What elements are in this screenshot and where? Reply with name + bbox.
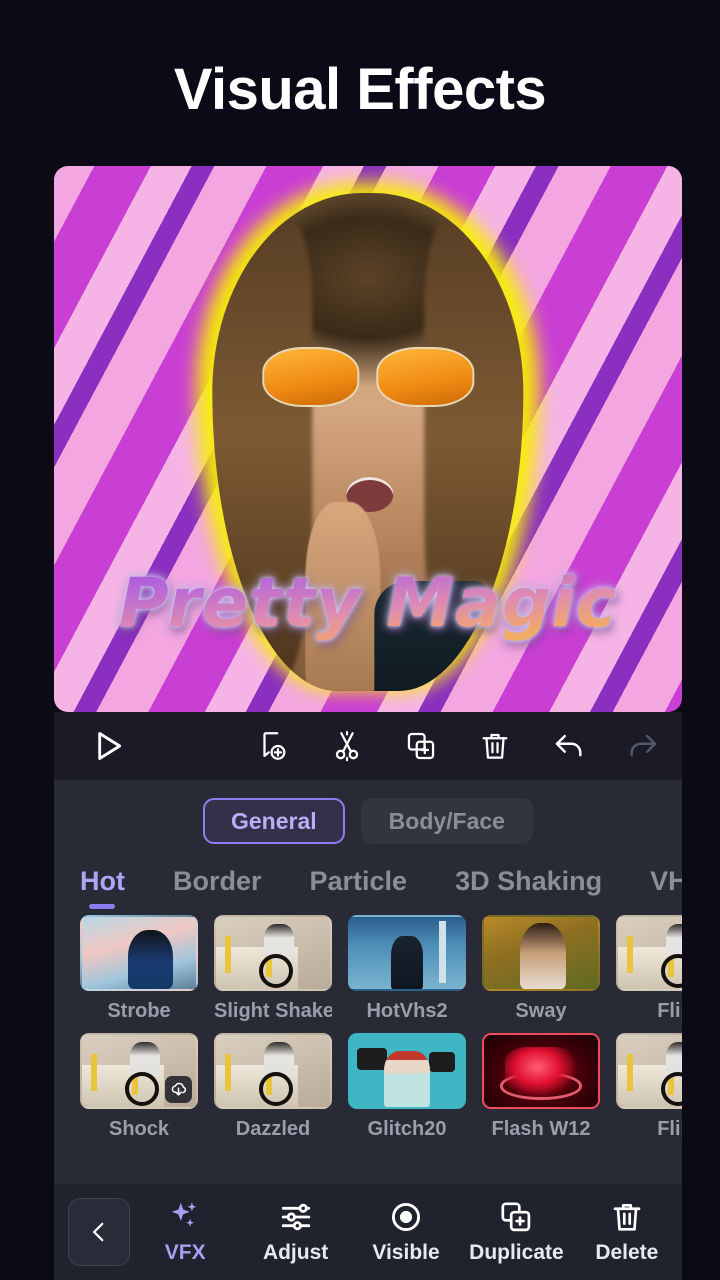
page-title: Visual Effects bbox=[173, 57, 547, 122]
tab-border-label: Border bbox=[172, 866, 262, 896]
tab-vhs-label: VHS bbox=[650, 866, 682, 896]
effect-item-slight-shake[interactable]: Slight Shake bbox=[214, 915, 332, 1023]
segment-general[interactable]: General bbox=[203, 798, 345, 844]
trash-icon[interactable] bbox=[478, 729, 512, 763]
effect-thumbnail[interactable] bbox=[482, 915, 600, 991]
effect-thumbnail-selected[interactable] bbox=[482, 1033, 600, 1109]
split-scissors-icon[interactable] bbox=[330, 729, 364, 763]
effect-label: Dazzled bbox=[235, 1118, 311, 1140]
video-preview[interactable]: Pretty Magic bbox=[54, 166, 682, 712]
tab-particle[interactable]: Particle bbox=[310, 866, 408, 909]
copy-add-icon[interactable] bbox=[404, 729, 438, 763]
effect-item-sway[interactable]: Sway bbox=[482, 915, 600, 1023]
trash-icon bbox=[609, 1199, 645, 1235]
clip-tool-group bbox=[256, 729, 660, 763]
effect-item-glitch20[interactable]: Glitch20 bbox=[348, 1033, 466, 1141]
effect-item-flip-1[interactable]: Flip bbox=[616, 915, 682, 1023]
overlay-title-text[interactable]: Pretty Magic bbox=[54, 564, 682, 643]
tab-hot[interactable]: Hot bbox=[80, 866, 125, 909]
effect-label: Flip bbox=[657, 1118, 682, 1140]
effect-label: Sway bbox=[515, 1000, 567, 1022]
effect-thumbnail[interactable] bbox=[348, 1033, 466, 1109]
bottom-item-label: Duplicate bbox=[469, 1241, 564, 1264]
effect-label: Strobe bbox=[107, 1000, 171, 1022]
effect-thumbnail[interactable] bbox=[214, 915, 332, 991]
effect-item-flash-w12[interactable]: Flash W12 bbox=[482, 1033, 600, 1141]
sliders-icon bbox=[278, 1199, 314, 1235]
lens-left bbox=[262, 347, 360, 407]
play-icon[interactable] bbox=[88, 726, 128, 766]
lens-right bbox=[376, 347, 474, 407]
undo-arrow-icon[interactable] bbox=[552, 729, 586, 763]
effect-item-flip-2[interactable]: Flip bbox=[616, 1033, 682, 1141]
effect-thumbnail[interactable] bbox=[348, 915, 466, 991]
effect-label: Flip bbox=[657, 1000, 682, 1022]
tab-vhs[interactable]: VHS bbox=[650, 866, 682, 909]
bottom-item-adjust[interactable]: Adjust bbox=[240, 1199, 350, 1265]
effect-thumbnail[interactable] bbox=[214, 1033, 332, 1109]
effect-tab-bar: Hot Border Particle 3D Shaking VHS bbox=[54, 844, 682, 909]
chevron-left-icon bbox=[86, 1219, 112, 1245]
effect-label: Slight Shake bbox=[214, 1000, 332, 1022]
bottom-item-visible[interactable]: Visible bbox=[351, 1199, 461, 1265]
add-clip-icon[interactable] bbox=[256, 729, 290, 763]
bottom-item-label: Adjust bbox=[262, 1241, 329, 1264]
tab-particle-label: Particle bbox=[309, 866, 408, 896]
bottom-item-label: VFX bbox=[164, 1241, 206, 1264]
back-button[interactable] bbox=[68, 1198, 130, 1266]
segment-body-face[interactable]: Body/Face bbox=[360, 798, 533, 844]
effect-label: Glitch20 bbox=[367, 1118, 447, 1140]
effect-item-hotvhs2[interactable]: HotVhs2 bbox=[348, 915, 466, 1023]
bottom-item-label: Visible bbox=[372, 1241, 440, 1264]
segment-general-label: General bbox=[231, 807, 317, 834]
effect-label: HotVhs2 bbox=[366, 1000, 448, 1022]
tab-border[interactable]: Border bbox=[173, 866, 262, 909]
cloud-download-icon[interactable] bbox=[165, 1076, 192, 1103]
bottom-item-label: Delete bbox=[595, 1241, 659, 1264]
effect-item-dazzled[interactable]: Dazzled bbox=[214, 1033, 332, 1141]
effect-thumbnail[interactable] bbox=[616, 1033, 682, 1109]
effect-label: Flash W12 bbox=[491, 1118, 591, 1140]
effect-thumbnail[interactable] bbox=[80, 1033, 198, 1109]
eye-icon bbox=[388, 1199, 424, 1235]
bottom-item-duplicate[interactable]: Duplicate bbox=[461, 1199, 571, 1265]
effect-grid-row: Strobe Slight Shake HotVhs2 Sway Fli bbox=[80, 915, 682, 1023]
effect-label: Shock bbox=[108, 1118, 170, 1140]
segment-body-face-label: Body/Face bbox=[388, 807, 505, 834]
tab-3d-shaking-label: 3D Shaking bbox=[455, 866, 603, 896]
sparkle-icon bbox=[167, 1199, 203, 1235]
effect-item-shock[interactable]: Shock bbox=[80, 1033, 198, 1141]
effect-grid: Strobe Slight Shake HotVhs2 Sway Fli Sho… bbox=[54, 909, 682, 1141]
redo-arrow-icon bbox=[626, 729, 660, 763]
effect-item-strobe[interactable]: Strobe bbox=[80, 915, 198, 1023]
duplicate-icon bbox=[498, 1199, 534, 1235]
tab-hot-label: Hot bbox=[80, 866, 125, 896]
effect-thumbnail[interactable] bbox=[616, 915, 682, 991]
effect-grid-row: Shock Dazzled Glitch20 Flash W12 Fli bbox=[80, 1033, 682, 1141]
clip-toolbar bbox=[54, 712, 682, 780]
bottom-action-bar: VFX Adjust Visible Duplicate Delete bbox=[54, 1184, 682, 1280]
bottom-item-delete[interactable]: Delete bbox=[572, 1199, 682, 1265]
effects-panel: General Body/Face Hot Border Particle 3D… bbox=[54, 780, 682, 1200]
sunglasses-icon bbox=[262, 347, 474, 407]
tab-3d-shaking[interactable]: 3D Shaking bbox=[455, 866, 602, 909]
bottom-item-vfx[interactable]: VFX bbox=[130, 1199, 240, 1265]
category-segmented-control: General Body/Face bbox=[54, 780, 682, 844]
app-screen: Visual Effects Pretty Magic General Body… bbox=[0, 0, 720, 1280]
bottom-bar-items: VFX Adjust Visible Duplicate Delete bbox=[130, 1199, 682, 1265]
effect-thumbnail[interactable] bbox=[80, 915, 198, 991]
